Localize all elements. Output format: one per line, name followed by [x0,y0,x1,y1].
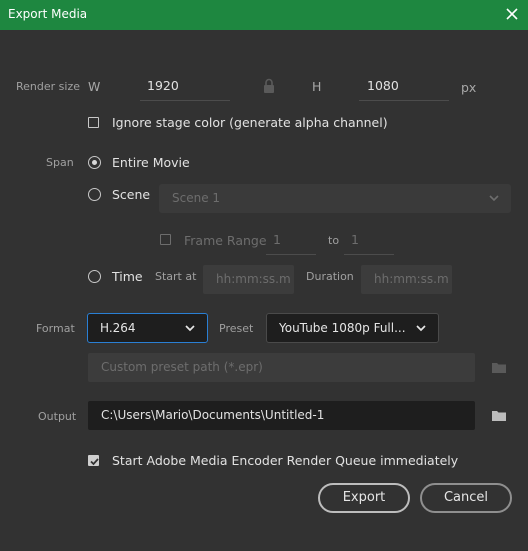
frame-range-label: Frame Range [184,233,267,248]
height-underline [359,100,449,101]
duration-label: Duration [306,270,354,283]
ignore-stage-label[interactable]: Ignore stage color (generate alpha chann… [112,115,388,130]
format-select[interactable]: H.264 [87,313,208,343]
check-icon [90,458,99,466]
title-bar: Export Media [0,0,528,30]
time-label[interactable]: Time [112,269,143,284]
start-at-label: Start at [155,270,197,283]
folder-icon[interactable] [491,409,507,422]
frame-range-to-underline [344,254,394,255]
radio-selected-dot [92,160,97,165]
frame-range-from-input[interactable]: 1 [273,232,281,247]
folder-icon[interactable] [491,361,507,374]
chevron-down-icon [489,195,499,202]
chevron-down-icon [416,325,426,332]
entire-movie-radio[interactable] [88,156,101,169]
output-label: Output [38,410,77,423]
output-path-input[interactable]: C:\Users\Mario\Documents\Untitled-1 [88,401,475,430]
format-label: Format [36,322,75,335]
frame-range-checkbox[interactable] [160,234,171,245]
width-underline [140,100,230,101]
chevron-down-icon [185,325,195,332]
frame-range-to-input[interactable]: 1 [351,232,359,247]
render-size-label: Render size [16,80,80,93]
height-input[interactable]: 1080 [367,78,399,93]
scene-select-value: Scene 1 [172,191,221,205]
export-button[interactable]: Export [318,483,410,513]
scene-label[interactable]: Scene [112,187,150,202]
preset-select[interactable]: YouTube 1080p Full... [266,313,439,343]
preset-select-value: YouTube 1080p Full... [279,321,406,335]
lock-icon[interactable] [262,78,276,94]
duration-input[interactable]: hh:mm:ss.m [361,265,452,294]
scene-select[interactable]: Scene 1 [159,184,511,213]
start-at-input[interactable]: hh:mm:ss.m [203,265,294,294]
close-icon[interactable] [504,6,520,22]
frame-range-from-underline [266,254,316,255]
height-label: H [312,79,322,94]
ignore-stage-checkbox[interactable] [88,117,99,128]
render-queue-label[interactable]: Start Adobe Media Encoder Render Queue i… [112,453,458,468]
entire-movie-label[interactable]: Entire Movie [112,155,190,170]
span-label: Span [46,156,74,169]
format-select-value: H.264 [100,321,136,335]
preset-label: Preset [219,322,254,335]
render-queue-checkbox[interactable] [88,455,99,466]
time-radio[interactable] [88,270,101,283]
cancel-button[interactable]: Cancel [420,483,512,513]
window-title: Export Media [8,7,88,21]
scene-radio[interactable] [88,188,101,201]
width-input[interactable]: 1920 [147,78,179,93]
width-label: W [88,79,101,94]
unit-label: px [461,80,477,95]
frame-range-to-label: to [328,234,340,247]
custom-preset-input[interactable]: Custom preset path (*.epr) [88,353,475,382]
